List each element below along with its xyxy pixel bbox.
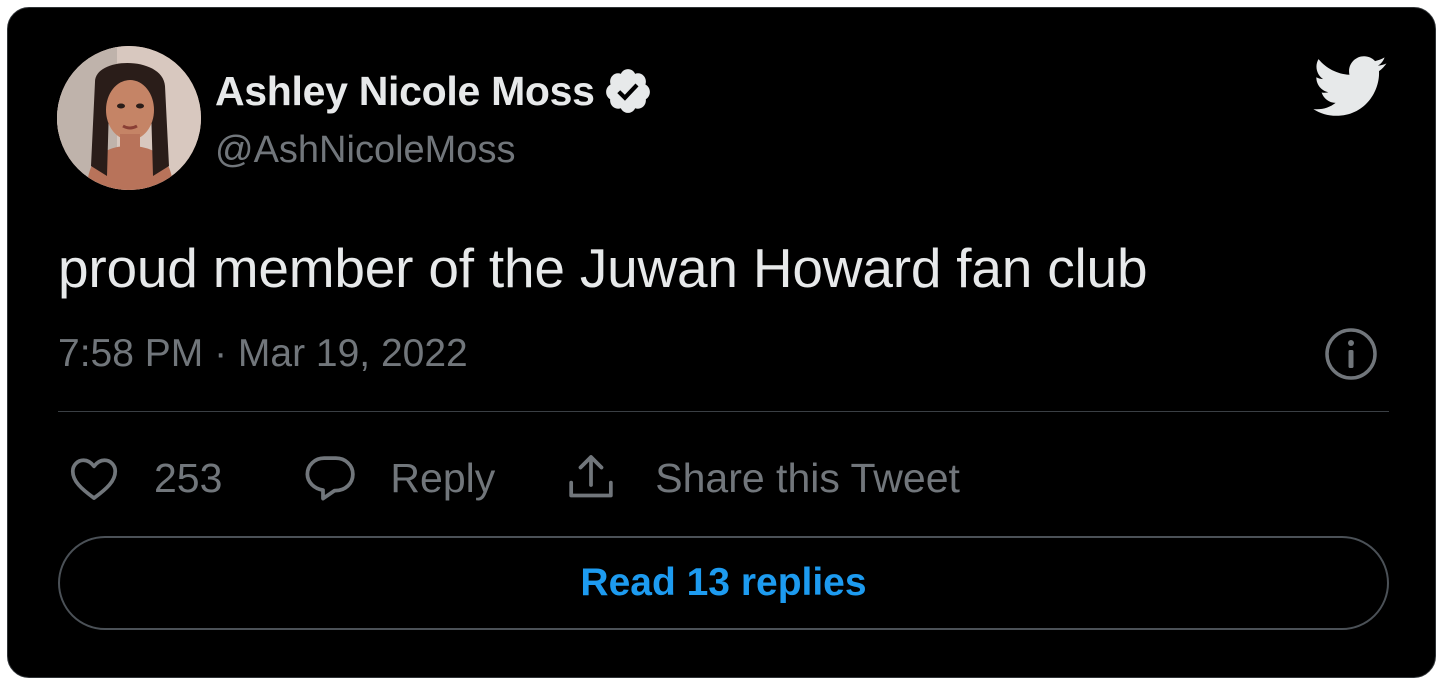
author-handle[interactable]: @AshNicoleMoss bbox=[215, 129, 515, 172]
author-header: Ashley Nicole Moss bbox=[215, 66, 653, 116]
info-icon[interactable] bbox=[1324, 327, 1378, 381]
tweet-timestamp[interactable]: 7:58 PM · Mar 19, 2022 bbox=[58, 332, 468, 376]
verified-badge-icon bbox=[605, 69, 650, 113]
share-label: Share this Tweet bbox=[655, 454, 960, 501]
twitter-bird-icon[interactable] bbox=[1313, 56, 1388, 118]
reply-label: Reply bbox=[390, 454, 496, 501]
tweet-text: proud member of the Juwan Howard fan clu… bbox=[58, 237, 1148, 299]
tweet-card: Ashley Nicole Moss @AshNicoleMoss proud … bbox=[7, 7, 1436, 678]
divider bbox=[58, 411, 1389, 412]
read-replies-button[interactable]: Read 13 replies bbox=[58, 536, 1389, 630]
reply-button[interactable]: Reply bbox=[302, 450, 495, 506]
like-count: 253 bbox=[154, 454, 223, 501]
tweet-actions: 253 Reply Share this Tweet bbox=[66, 448, 960, 508]
speech-bubble-icon bbox=[305, 456, 356, 501]
avatar-image bbox=[57, 46, 201, 190]
share-upload-icon bbox=[569, 455, 613, 498]
heart-icon bbox=[70, 458, 118, 500]
share-button[interactable]: Share this Tweet bbox=[563, 450, 960, 506]
author-name[interactable]: Ashley Nicole Moss bbox=[215, 68, 595, 115]
avatar[interactable] bbox=[57, 46, 201, 190]
like-button[interactable]: 253 bbox=[66, 450, 222, 506]
